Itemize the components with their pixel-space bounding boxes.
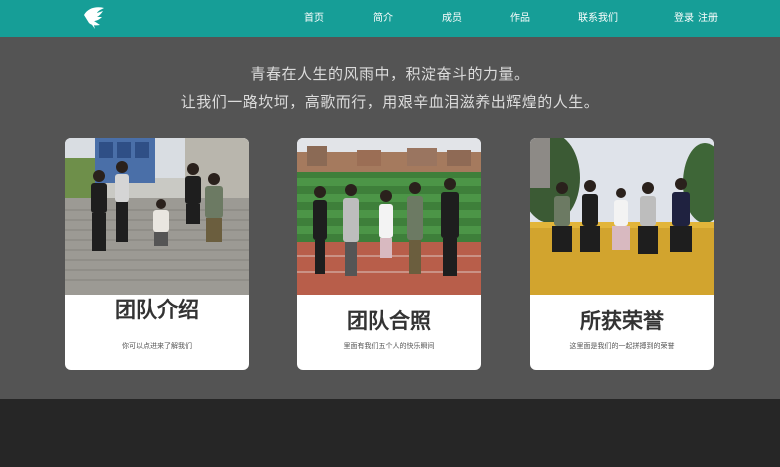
register-link[interactable]: 注册 bbox=[698, 13, 718, 25]
card-team-intro[interactable]: 团队介绍 你可以点进来了解我们 bbox=[65, 138, 249, 370]
bird-logo-icon[interactable] bbox=[82, 5, 108, 31]
nav-works[interactable]: 作品 bbox=[510, 13, 530, 25]
nav-contact[interactable]: 联系我们 bbox=[578, 13, 618, 25]
nav-intro[interactable]: 简介 bbox=[373, 13, 393, 25]
card-team-photo[interactable]: 团队合照 里面有我们五个人的快乐瞬间 bbox=[297, 138, 481, 370]
footer bbox=[0, 399, 780, 467]
team-stairs-photo bbox=[65, 138, 249, 295]
card-honors[interactable]: 所获荣誉 这里面是我们的一起拼搏到的荣誉 bbox=[530, 138, 714, 370]
navbar: 首页 简介 成员 作品 联系我们 登录 注册 bbox=[0, 0, 780, 37]
card-description: 里面有我们五个人的快乐瞬间 bbox=[343, 342, 435, 350]
nav-members[interactable]: 成员 bbox=[442, 13, 462, 25]
hero-slogan-line-1: 青春在人生的风雨中，积淀奋斗的力量。 bbox=[250, 65, 530, 83]
nav-home[interactable]: 首页 bbox=[304, 13, 324, 25]
login-link[interactable]: 登录 bbox=[674, 13, 694, 25]
hero-slogan-line-2: 让我们一路坎坷，高歌而行，用艰辛血泪滋养出辉煌的人生。 bbox=[180, 93, 600, 111]
card-title: 所获荣誉 bbox=[580, 309, 664, 333]
team-field-photo bbox=[297, 138, 481, 295]
card-description: 这里面是我们的一起拼搏到的荣誉 bbox=[569, 342, 675, 350]
hero-section: 青春在人生的风雨中，积淀奋斗的力量。 让我们一路坎坷，高歌而行，用艰辛血泪滋养出… bbox=[0, 37, 780, 399]
card-title: 团队介绍 bbox=[115, 298, 199, 322]
card-title: 团队合照 bbox=[347, 309, 431, 333]
team-wall-photo bbox=[530, 138, 714, 295]
card-description: 你可以点进来了解我们 bbox=[122, 342, 192, 350]
